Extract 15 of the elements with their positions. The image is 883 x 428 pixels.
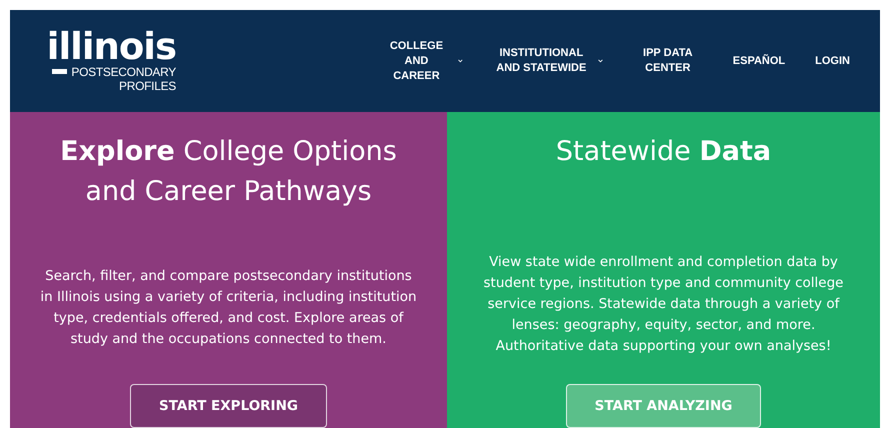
panel-description: Search, filter, and compare postsecondary institutions in Illinois using a variety of criteria, including institution type, credentials offered, and cost. Explore areas of study and the occupations connected to them. [40,267,417,349]
panel-description: View state wide enrollment and completion data by student type, institution type and community college service regions. Statewide data through a variety of lenses: geography, equity, sector, and more. Authoritative data supporting your own analyses! [482,253,844,356]
nav-link[interactable]: INSTITUTIONAL AND STATEWIDE [492,46,603,76]
panel-heading: Explore College Options and Career Pathways [59,135,398,209]
nav-link[interactable]: ESPAÑOL [732,54,786,68]
logo-subtitle: PROFILES [119,79,176,93]
cta-button[interactable]: START EXPLORING [130,384,327,428]
nav-link[interactable]: LOGIN [815,54,850,68]
panel-heading: Statewide Data [556,135,772,169]
nav-link[interactable]: IPP DATA CENTER [632,46,703,76]
nav-link[interactable]: COLLEGE AND CAREER [382,38,463,84]
chevron-down-icon [598,58,603,64]
logo-wordmark[interactable]: illinois [46,29,176,65]
logo-subtitle: POSTSECONDARY [71,65,176,79]
chevron-down-icon [458,58,463,64]
